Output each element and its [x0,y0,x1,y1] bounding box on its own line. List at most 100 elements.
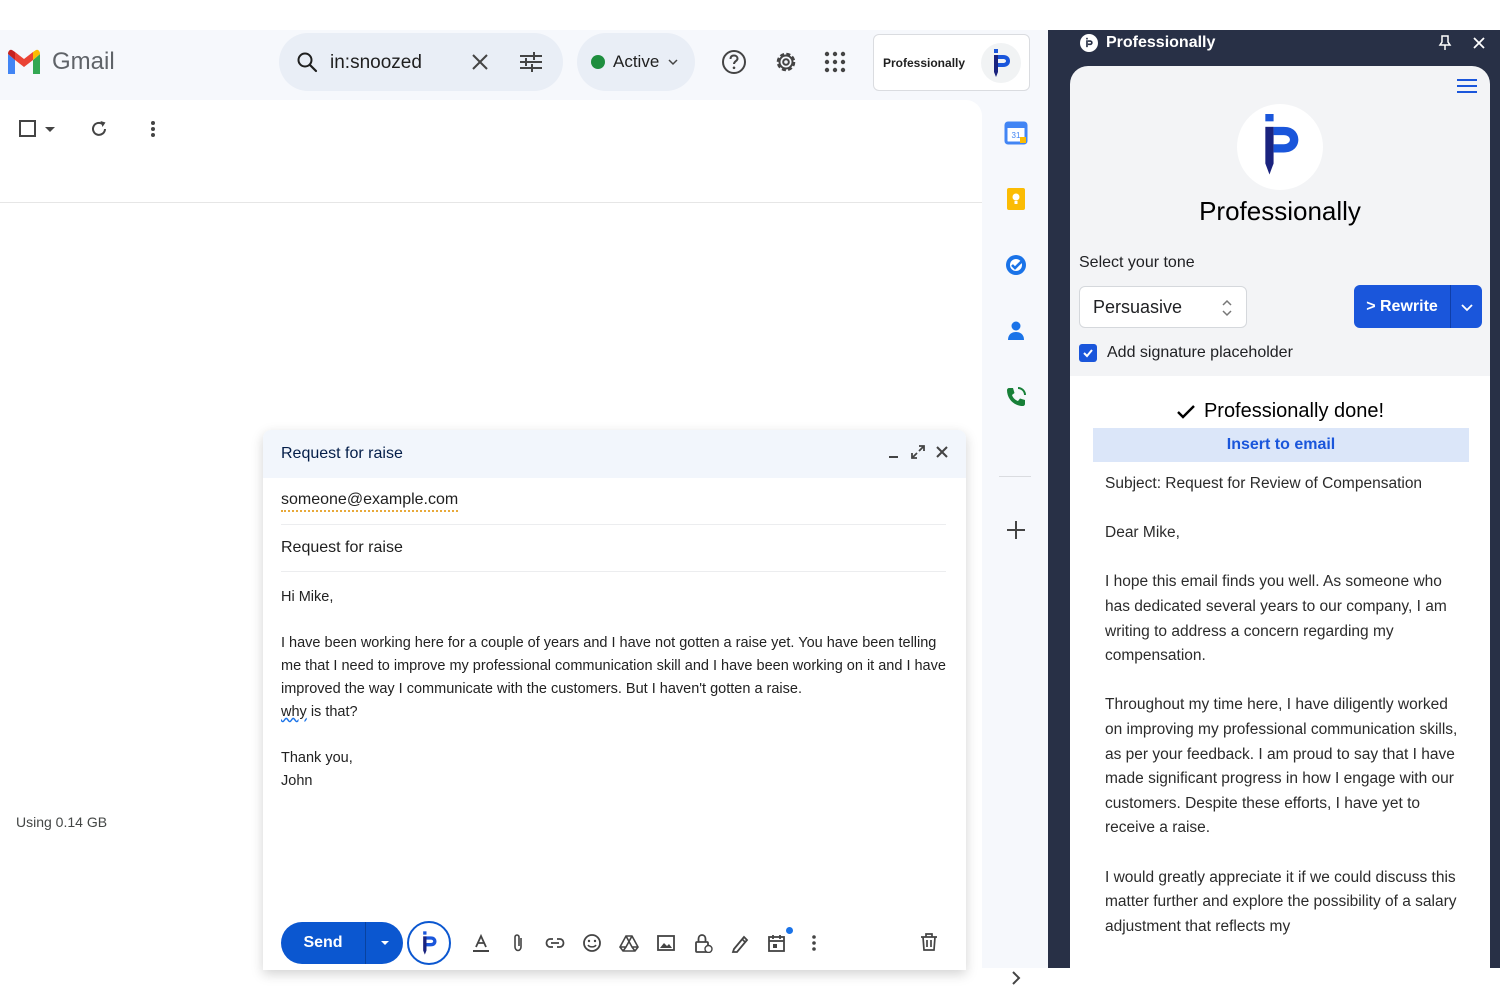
help-icon[interactable] [721,49,747,75]
signature-checkbox[interactable] [1079,344,1097,362]
compose-window: Request for raise someone@example.com Re… [263,430,966,970]
side-panel-controls [1438,35,1486,51]
body-question: is that? [306,704,358,720]
done-label: Professionally done! [1203,400,1385,422]
clear-search-icon[interactable] [468,50,492,74]
side-panel-titlebar: Professionally [1080,34,1215,52]
send-label: Send [303,934,343,951]
brand-name: Professionally [1199,196,1361,226]
minimize-icon[interactable] [886,444,902,460]
list-toolbar [18,118,158,140]
apps-grid-icon[interactable] [822,49,848,75]
strip-divider [999,476,1031,477]
tone-select[interactable]: Persuasive [1079,286,1247,328]
subject-field[interactable]: Request for raise [281,525,946,572]
reply-paragraph-2: Throughout my time here, I have diligent… [1105,696,1458,837]
add-addon-plus-icon[interactable] [1003,517,1029,543]
chevron-down-icon [1460,303,1473,311]
rewrite-options-dropdown[interactable] [1450,285,1482,328]
done-status: Professionally done! [1070,400,1490,423]
misspelled-word[interactable]: why [281,704,307,720]
status-label: Active [613,52,660,71]
discard-draft-trash-icon[interactable] [920,932,938,957]
attach-file-icon[interactable] [508,933,528,953]
search-options-icon[interactable] [518,50,544,74]
body-paragraph: I have been working here for a couple of… [281,632,946,724]
schedule-send-dropdown[interactable] [365,922,403,964]
professionally-logo-icon [981,43,1021,83]
body-paragraph-text: I have been working here for a couple of… [281,635,946,697]
google-drive-icon[interactable] [619,933,639,953]
tone-label: Select your tone [1079,254,1195,271]
insert-link-icon[interactable] [545,933,565,953]
active-status-dot [591,55,605,69]
reply-greeting: Dear Mike, [1105,524,1180,542]
professionally-account-button[interactable]: Professionally [873,34,1030,91]
gmail-topbar: Gmail in:snoozed Active Professionally [0,30,1048,96]
contacts-icon[interactable] [1003,318,1029,344]
send-button[interactable]: Send [281,922,403,964]
chevron-down-icon [668,59,678,66]
more-compose-options-icon[interactable] [804,933,824,953]
compose-window-controls [886,444,950,460]
checkmark-icon [1083,349,1093,358]
recipient-address[interactable]: someone@example.com [281,491,459,512]
schedule-event-icon[interactable] [767,927,793,953]
gmail-m-icon [8,49,40,74]
fullscreen-icon[interactable] [910,444,926,460]
menu-hamburger-icon[interactable] [1456,78,1478,94]
close-panel-icon[interactable] [1472,36,1486,50]
subject-value: Request for raise [281,539,403,556]
notification-dot [786,927,793,934]
to-field[interactable]: someone@example.com [281,478,946,525]
tasks-icon[interactable] [1003,252,1029,278]
calendar-icon[interactable]: 31 [1003,120,1029,146]
settings-gear-icon[interactable] [773,49,799,75]
professionally-side-panel: Professionally Professionally Select you… [1048,30,1500,968]
voice-call-icon[interactable] [1003,384,1029,410]
rewritten-email: Subject: Request for Review of Compensat… [1105,472,1460,964]
search-bar[interactable]: in:snoozed [279,33,563,91]
close-icon[interactable] [934,444,950,460]
signature-option[interactable]: Add signature placeholder [1079,344,1293,362]
professionally-rewrite-button[interactable] [407,921,451,965]
signature-pen-icon[interactable] [730,933,750,953]
gmail-logo[interactable]: Gmail [6,48,115,76]
professionally-big-logo-icon [1237,104,1323,190]
rewrite-label: > Rewrite [1366,297,1438,315]
body-signature: John [281,773,313,789]
check-icon [1177,404,1195,419]
professionally-p-icon [423,931,437,955]
insert-photo-icon[interactable] [656,933,676,953]
search-input[interactable]: in:snoozed [330,52,422,74]
insert-to-email-button[interactable]: Insert to email [1093,428,1469,462]
refresh-icon[interactable] [88,118,110,140]
compose-body[interactable]: Hi Mike, I have been working here for a … [281,586,946,793]
rewrite-button[interactable]: > Rewrite [1354,285,1482,328]
select-dropdown-icon[interactable] [42,119,58,139]
professionally-card: Professionally Select your tone Persuasi… [1070,66,1490,968]
more-options-icon[interactable] [148,118,158,140]
compose-title: Request for raise [281,445,403,462]
pin-icon[interactable] [1438,35,1452,51]
svg-text:31: 31 [1012,131,1021,140]
status-selector[interactable]: Active [577,33,695,91]
tone-selected-value: Persuasive [1093,296,1183,317]
expand-panel-chevron-icon[interactable] [1003,965,1029,991]
keep-notes-icon[interactable] [1003,186,1029,212]
rewrite-result: Professionally done! Insert to email Sub… [1070,376,1490,968]
select-all-checkbox[interactable] [18,119,38,139]
body-closing-block: Thank you, John [281,747,946,793]
body-greeting: Hi Mike, [281,589,334,605]
emoji-icon[interactable] [582,933,602,953]
search-icon[interactable] [295,50,319,74]
professionally-addon-label: Professionally [883,55,966,70]
caret-down-icon [380,941,389,945]
confidential-lock-icon[interactable] [693,933,713,953]
text-format-icon[interactable] [471,933,491,953]
compose-footer-toolbar: Send [281,921,946,965]
compose-header[interactable]: Request for raise [263,430,966,478]
reply-paragraph-3: I would greatly appreciate it if we coul… [1105,868,1457,935]
body-closing: Thank you, [281,750,353,766]
signature-label: Add signature placeholder [1107,344,1293,361]
